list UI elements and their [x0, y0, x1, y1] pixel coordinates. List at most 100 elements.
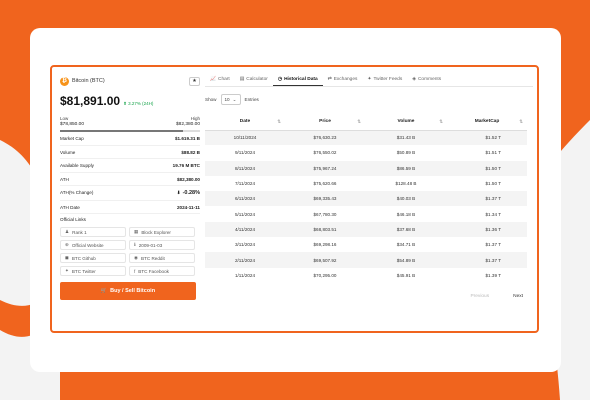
- table-row: 5/11/2024 $67,780.30 $46.18 B $1.34 T: [205, 206, 527, 221]
- table-cell: $31.43 B: [365, 130, 447, 146]
- official-link[interactable]: ◉ BTC Reddit: [129, 253, 195, 263]
- table-body: 10/11/2024 $76,630.23 $31.43 B $1.52 T 9/11/…: [205, 130, 527, 283]
- official-link[interactable]: ℹ 2009-01-03: [129, 240, 195, 250]
- column-header-volume[interactable]: Volume ⇅: [365, 114, 447, 131]
- table-row: 1/11/2024 $70,295.00 $45.91 B $1.39 T: [205, 268, 527, 283]
- coin-detail-card: ₿ Bitcoin (BTC) ★ $81,891.00 ⬆ 3.27% (24…: [50, 65, 539, 333]
- up-arrow-icon: ⬆: [123, 101, 127, 106]
- tab-historical-data[interactable]: ◷ Historical Data: [272, 73, 323, 86]
- show-label: Show: [205, 97, 217, 102]
- tab-bar: 📈 Chart ▤ Calculator ◷ Historical Data ⇄ Exchan…: [205, 73, 533, 87]
- table-cell: $68,803.51: [285, 221, 365, 238]
- buy-sell-label: Buy / Sell Bitcoin: [110, 288, 156, 294]
- table-cell: $75,967.24: [285, 160, 365, 176]
- stat-label: ATH(% Change): [60, 190, 94, 195]
- column-header-price[interactable]: Price ⇅: [285, 114, 365, 131]
- official-link[interactable]: ♟ Rank 1: [60, 227, 126, 237]
- column-header-label: Price: [319, 119, 331, 125]
- next-page-button[interactable]: Next: [513, 294, 523, 299]
- details-panel: 📈 Chart ▤ Calculator ◷ Historical Data ⇄ Exchan…: [205, 73, 533, 299]
- favorite-star-button[interactable]: ★: [189, 76, 200, 86]
- tab-icon: ▤: [239, 77, 245, 82]
- table-cell: $46.18 B: [396, 211, 416, 217]
- link-icon: ✦: [65, 268, 69, 273]
- official-link[interactable]: ✦ BTC Twitter: [60, 266, 126, 276]
- price-change: ⬆ 3.27% (24H): [123, 101, 153, 107]
- table-cell: 4/11/2024: [205, 221, 285, 238]
- stats-list: Market Cap $1.619.31 B Volume $88.82 B Avail…: [60, 132, 200, 214]
- column-header-label: MarketCap: [474, 119, 500, 125]
- link-label: Official Website: [71, 242, 104, 248]
- previous-page-button[interactable]: Previous: [470, 294, 489, 299]
- sort-icon: ⇅: [439, 119, 443, 124]
- tab-label: Calculator: [246, 77, 268, 82]
- stat-label: Available Supply: [60, 163, 94, 168]
- column-header-marketcap[interactable]: MarketCap ⇅: [447, 114, 527, 131]
- table-cell: $128.48 B: [395, 181, 417, 187]
- stat-value: 2024-11-11: [177, 205, 200, 210]
- tab-label: Comments: [417, 77, 442, 82]
- stat-row: ATH $82,380.00: [60, 173, 200, 186]
- chevron-down-icon: ⌄: [232, 96, 237, 102]
- link-label: BTC Github: [71, 255, 96, 261]
- stat-value-text: $88.82 B: [181, 149, 200, 155]
- coin-header: ₿ Bitcoin (BTC) ★: [60, 73, 200, 89]
- official-link[interactable]: ⊕ Official Website: [60, 240, 126, 250]
- tab-calculator[interactable]: ▤ Calculator: [235, 73, 273, 86]
- table-cell: 6/11/2024: [205, 191, 285, 207]
- table-cell: 8/11/2024: [205, 160, 285, 176]
- stat-row: ATH(% Change) ⬇ -0.28%: [60, 186, 200, 201]
- table-cell: $37.68 B: [365, 221, 447, 238]
- price-row: $81,891.00 ⬆ 3.27% (24H): [60, 94, 200, 108]
- sort-icon: ⇅: [519, 119, 523, 124]
- stat-label: Market Cap: [60, 136, 84, 141]
- link-label: Rank 1: [72, 229, 87, 235]
- entries-control: Show 10 ⌄ Entries: [205, 94, 533, 105]
- tab-exchanges[interactable]: ⇄ Exchanges: [323, 73, 363, 86]
- tab-label: Twitter Feeds: [373, 77, 403, 82]
- official-link[interactable]: ▦ Block Explorer: [129, 227, 195, 237]
- buy-sell-button[interactable]: 🛒 Buy / Sell Bitcoin: [60, 282, 196, 300]
- tab-chart[interactable]: 📈 Chart: [205, 73, 235, 86]
- table-row: 9/11/2024 $76,550.02 $50.89 B $1.51 T: [205, 145, 527, 160]
- low-value: $78,850.00: [60, 122, 85, 127]
- low-high-values: $78,850.00 $82,380.00: [60, 122, 200, 127]
- price-range-fill: [60, 130, 184, 132]
- coin-name: Bitcoin (BTC): [72, 78, 105, 84]
- table-cell: 9/11/2024: [234, 150, 256, 156]
- tab-icon: ⇄: [327, 77, 332, 82]
- stat-row: Volume $88.82 B: [60, 146, 200, 159]
- current-price: $81,891.00: [60, 94, 121, 108]
- table-cell: $69,507.92: [285, 252, 365, 268]
- table-cell: $1.34 T: [485, 211, 502, 217]
- table-header-row: Date ⇅ Price ⇅ Volume ⇅ MarketCap ⇅: [205, 114, 527, 131]
- entries-select-value: 10: [224, 97, 230, 102]
- official-link[interactable]: f BTC Facebook: [129, 266, 195, 276]
- table-cell: 1/11/2024: [234, 272, 256, 278]
- table-row: 10/11/2024 $76,630.23 $31.43 B $1.52 T: [205, 130, 527, 146]
- column-header-date[interactable]: Date ⇅: [205, 114, 285, 131]
- cart-icon: 🛒: [100, 288, 108, 294]
- coin-summary-panel: ₿ Bitcoin (BTC) ★ $81,891.00 ⬆ 3.27% (24…: [60, 73, 200, 300]
- link-label: BTC Twitter: [71, 268, 96, 274]
- link-icon: ▦: [134, 229, 139, 234]
- link-label: Block Explorer: [141, 229, 171, 235]
- tab-icon: ✦: [367, 77, 372, 82]
- tab-comments[interactable]: ◈ Comments: [407, 73, 446, 86]
- tab-twitter-feeds[interactable]: ✦ Twitter Feeds: [362, 73, 407, 86]
- table-cell: $1.52 T: [447, 130, 527, 146]
- stat-value-text: 19.76 M BTC: [172, 163, 200, 168]
- tab-icon: 📈: [210, 77, 216, 82]
- table-row: 7/11/2024 $75,620.66 $128.48 B $1.50 T: [205, 176, 527, 191]
- official-link[interactable]: ◼ BTC Github: [60, 253, 126, 263]
- entries-select[interactable]: 10 ⌄: [220, 94, 241, 105]
- table-cell: $75,620.66: [313, 181, 337, 187]
- table-cell: $40.03 B: [365, 191, 447, 207]
- stat-label: ATH Date: [60, 204, 80, 210]
- stat-value: $88.82 B: [181, 150, 200, 155]
- link-label: BTC Reddit: [141, 255, 165, 261]
- stat-value-text: $1.619.31 B: [174, 136, 200, 141]
- sort-icon: ⇅: [277, 119, 281, 124]
- table-cell: $34.71 B: [396, 242, 416, 248]
- table-cell: 10/11/2024: [205, 130, 285, 146]
